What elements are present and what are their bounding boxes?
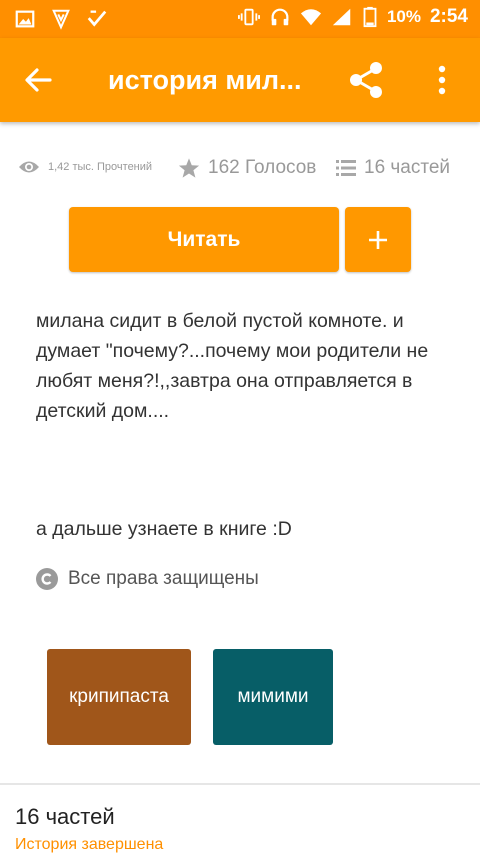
tag-creepypasta[interactable]: крипипаста — [47, 649, 191, 745]
check-app-icon — [87, 10, 107, 27]
parts-count: 16 частей — [364, 157, 451, 178]
clock: 2:54 — [429, 6, 468, 27]
list-icon — [336, 160, 356, 176]
read-button[interactable]: Читать — [69, 207, 339, 272]
headphones-icon — [271, 8, 289, 26]
tag-mimimi[interactable]: мимими — [213, 649, 333, 745]
reads-count: 1,42 тыс. Прочтений — [48, 161, 153, 173]
section-divider — [0, 783, 480, 785]
parts-section-title[interactable]: 16 частей — [15, 804, 115, 830]
status-bar-left — [14, 8, 108, 30]
scrolled-author-text — [170, 112, 320, 126]
votes-count: 162 Голосов — [208, 157, 317, 178]
description-paragraph: а дальше узнаете в книге :D — [36, 518, 292, 540]
status-bar: 10% 2:54 — [0, 0, 480, 38]
add-to-library-button[interactable] — [345, 207, 411, 272]
plus-icon — [369, 230, 387, 249]
wifi-icon — [300, 9, 322, 26]
description-paragraph: милана сидит в белой пустой комноте. и д… — [36, 310, 429, 422]
story-description: милана сидит в белой пустой комноте. и д… — [36, 306, 456, 544]
story-stats: 1,42 тыс. Прочтений 162 Голосов 16 часте… — [18, 157, 468, 185]
copyright-notice: Все права защищены — [36, 568, 259, 590]
more-vert-icon[interactable] — [430, 62, 454, 98]
eye-icon — [19, 161, 39, 173]
reads-stat: 1,42 тыс. Прочтений — [18, 159, 152, 175]
copyright-icon — [36, 568, 58, 590]
shield-app-icon — [52, 9, 70, 30]
votes-stat: 162 Голосов — [178, 157, 316, 179]
signal-icon — [332, 8, 351, 26]
app-bar: история мил... — [0, 38, 480, 122]
vibrate-icon — [237, 8, 260, 26]
share-icon[interactable] — [346, 60, 386, 100]
battery-percent: 10% — [386, 7, 421, 26]
story-completion-status: История завершена — [15, 836, 164, 853]
story-title: история мил... — [108, 65, 302, 95]
status-bar-right: 10% 2:54 — [237, 6, 468, 28]
back-arrow-icon[interactable] — [22, 64, 54, 96]
copyright-text: Все права защищены — [68, 568, 259, 589]
star-icon — [178, 158, 200, 178]
gallery-icon — [15, 10, 35, 28]
battery-icon — [363, 6, 377, 28]
parts-stat: 16 частей — [336, 157, 450, 179]
